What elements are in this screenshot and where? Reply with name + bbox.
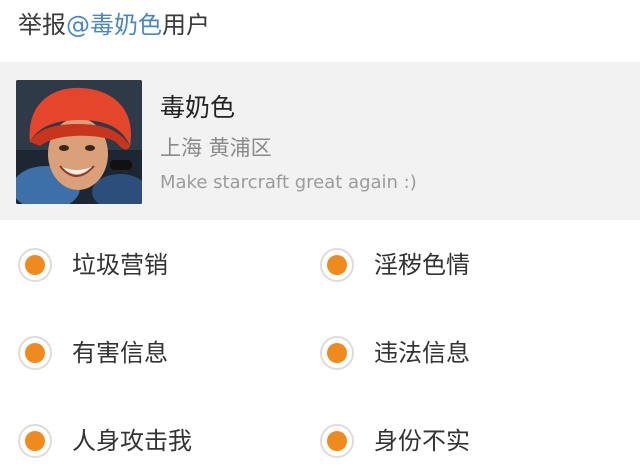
avatar-photo: [16, 80, 142, 204]
report-option-harmful-info[interactable]: 有害信息: [18, 329, 318, 377]
radio-selected-dot: [327, 255, 347, 275]
option-label: 有害信息: [72, 339, 168, 367]
radio-selected-dot: [25, 343, 45, 363]
user-mention-link[interactable]: @毒奶色: [66, 11, 162, 39]
title-suffix: 用户: [162, 11, 210, 39]
profile-bio: Make starcraft great again :): [160, 172, 417, 193]
report-option-illegal-info[interactable]: 违法信息: [320, 329, 620, 377]
page-title: 举报@毒奶色用户: [18, 9, 210, 41]
option-label: 人身攻击我: [72, 427, 192, 455]
radio-button[interactable]: [18, 336, 52, 370]
radio-selected-dot: [327, 431, 347, 451]
reported-user-card[interactable]: 毒奶色 上海 黄浦区 Make starcraft great again :): [0, 62, 640, 220]
option-label: 淫秽色情: [374, 251, 470, 279]
radio-selected-dot: [25, 255, 45, 275]
report-option-pornography[interactable]: 淫秽色情: [320, 241, 620, 289]
report-option-spam[interactable]: 垃圾营销: [18, 241, 318, 289]
avatar[interactable]: [16, 80, 142, 204]
report-option-false-identity[interactable]: 身份不实: [320, 417, 620, 465]
radio-selected-dot: [25, 431, 45, 451]
option-label: 违法信息: [374, 339, 470, 367]
report-option-personal-attack[interactable]: 人身攻击我: [18, 417, 318, 465]
radio-button[interactable]: [18, 248, 52, 282]
radio-selected-dot: [327, 343, 347, 363]
radio-button[interactable]: [18, 424, 52, 458]
profile-location: 上海 黄浦区: [160, 136, 272, 160]
radio-button[interactable]: [320, 424, 354, 458]
option-label: 垃圾营销: [72, 251, 168, 279]
title-prefix: 举报: [18, 11, 66, 39]
option-label: 身份不实: [374, 427, 470, 455]
radio-button[interactable]: [320, 336, 354, 370]
report-header: 举报@毒奶色用户: [0, 0, 640, 60]
profile-name: 毒奶色: [160, 93, 236, 122]
radio-button[interactable]: [320, 248, 354, 282]
